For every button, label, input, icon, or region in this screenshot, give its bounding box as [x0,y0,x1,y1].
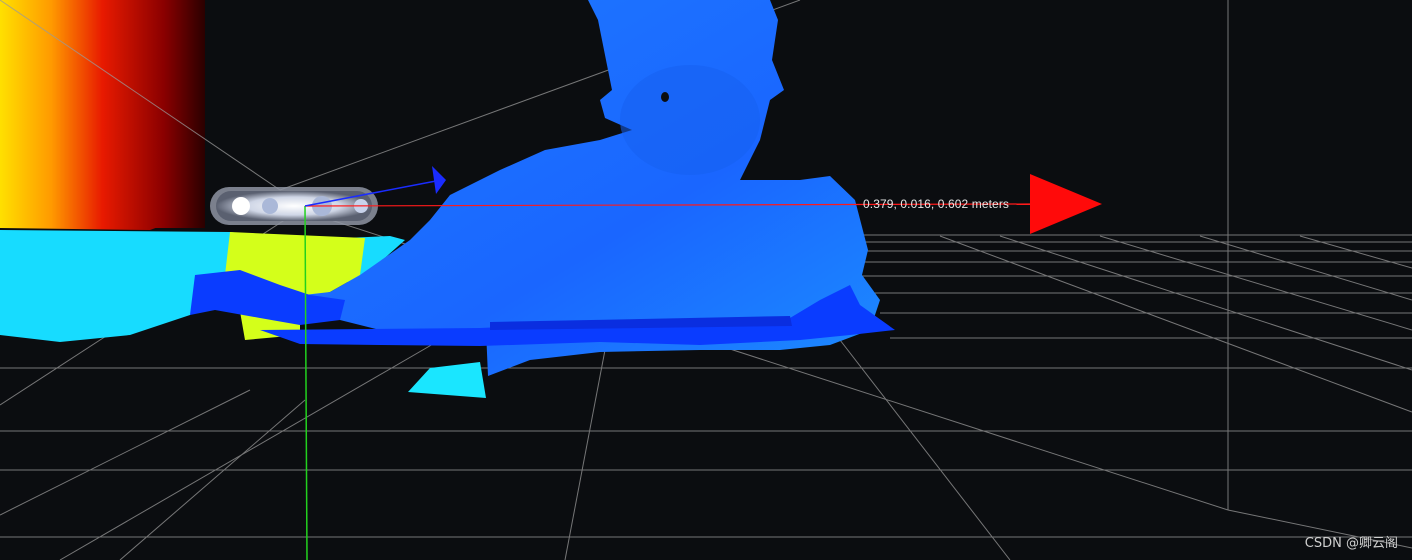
pointcloud-scene[interactable] [0,0,1412,560]
z-axis-arrow-icon [432,166,446,194]
measurement-readout: 0.379, 0.016, 0.602 meters [863,197,1010,211]
watermark-text: CSDN @卿云阁 [1304,536,1398,551]
far-depth-region [0,0,205,230]
x-axis-arrow-icon [1030,174,1102,234]
pointcloud-viewport[interactable]: 0.379, 0.016, 0.602 meters CSDN @卿云阁 [0,0,1412,560]
